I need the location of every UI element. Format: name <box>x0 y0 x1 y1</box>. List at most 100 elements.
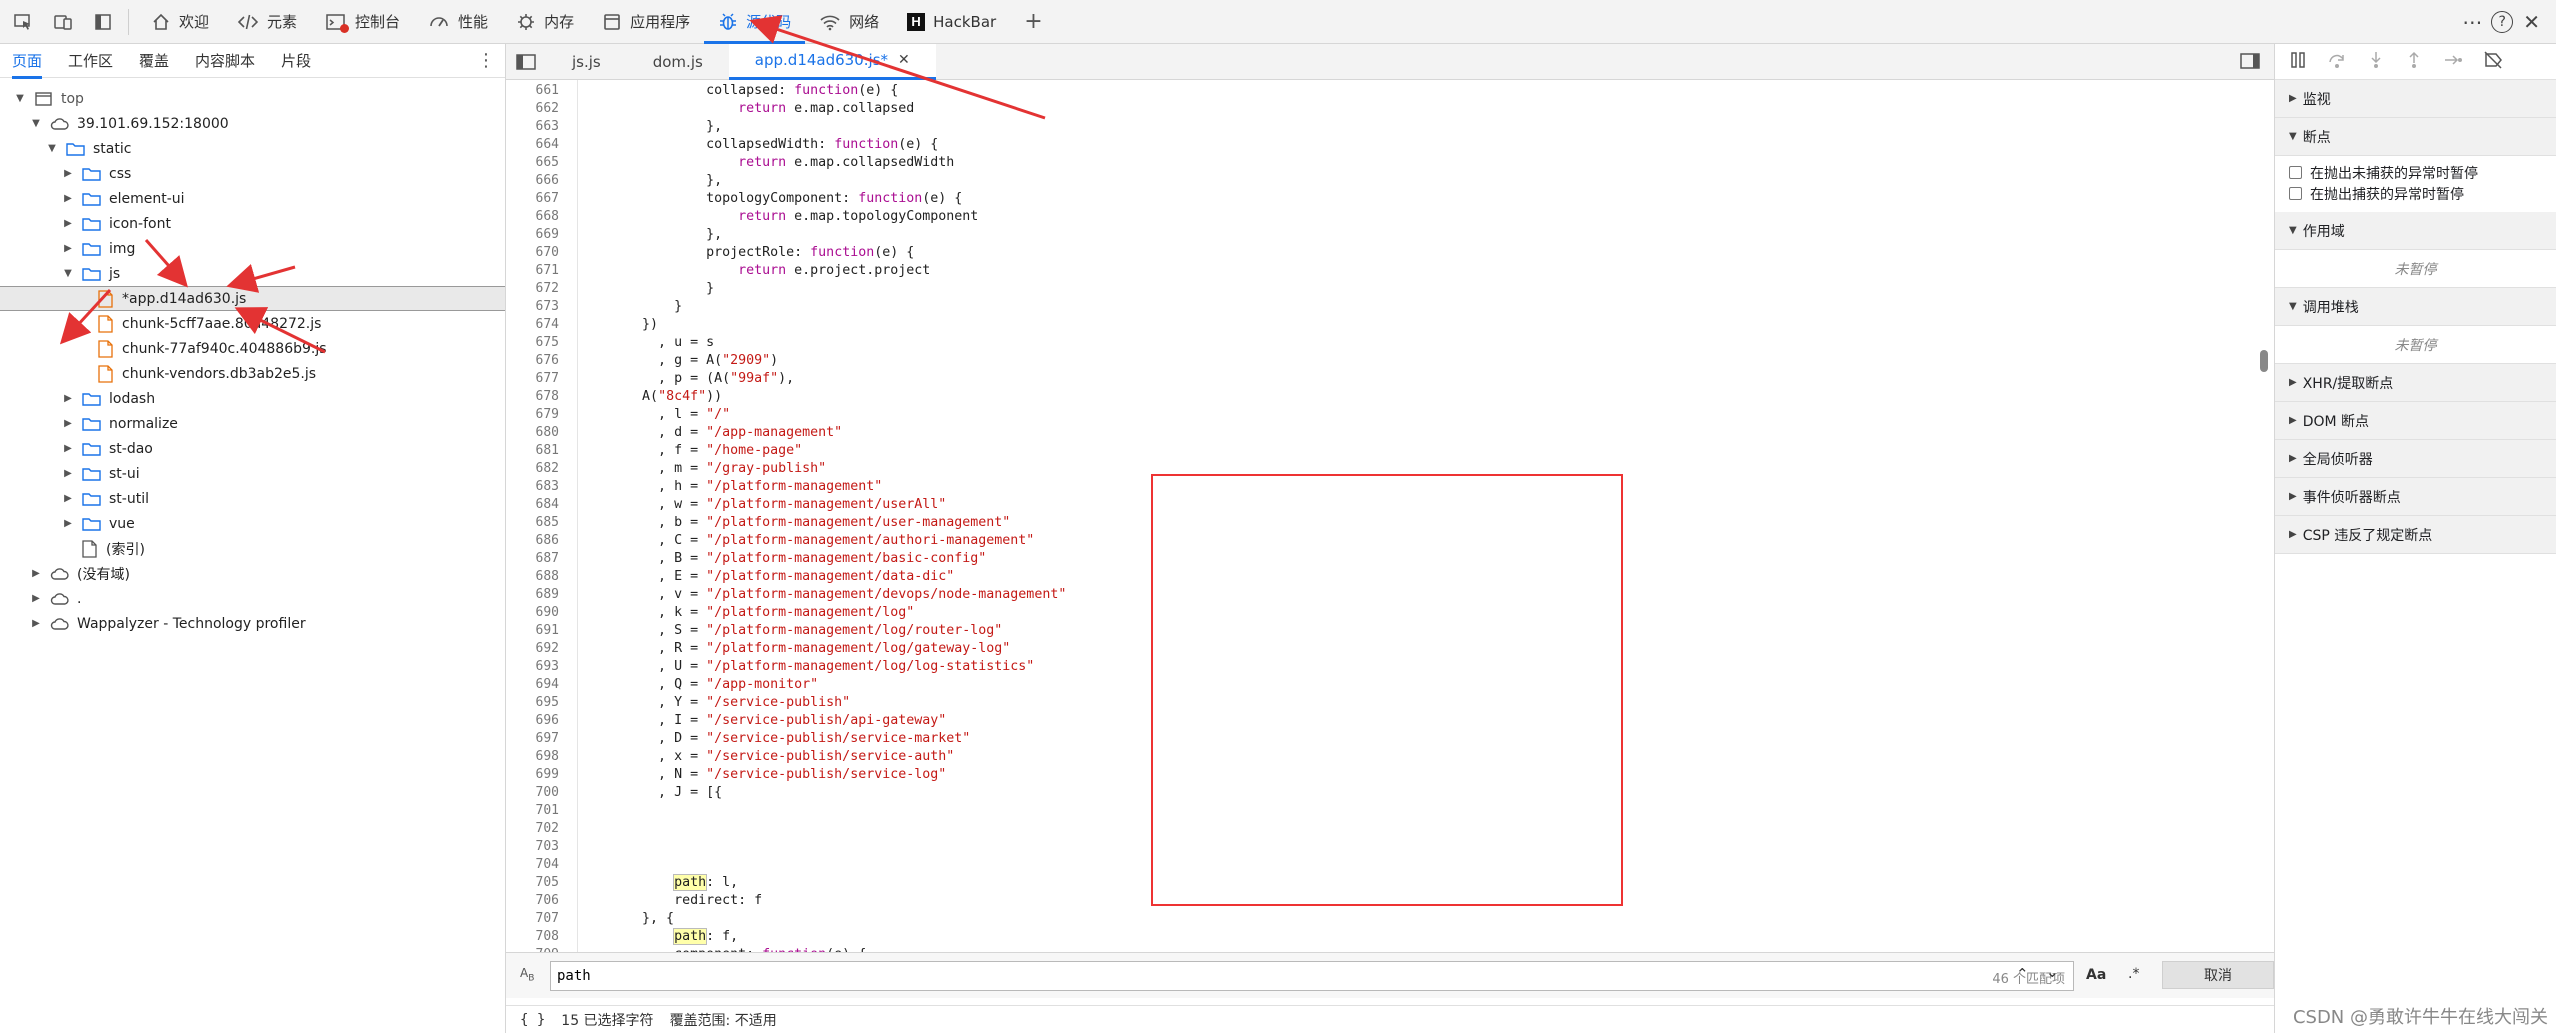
line-number[interactable]: 690 <box>536 605 559 620</box>
collapsed-triangle-icon[interactable]: ▶ <box>28 618 44 629</box>
tree-item[interactable]: ▶ st-dao <box>0 436 505 461</box>
nav-tab-snippets[interactable]: 片段 <box>281 50 311 71</box>
debugger-section-header[interactable]: ▶ CSP 违反了规定断点 <box>2275 516 2556 554</box>
line-number[interactable]: 687 <box>536 551 559 566</box>
step-out-icon[interactable] <box>2405 51 2423 73</box>
line-number[interactable]: 707 <box>536 911 559 926</box>
step-into-icon[interactable] <box>2367 51 2385 73</box>
line-number[interactable]: 662 <box>536 101 559 116</box>
close-devtools-icon[interactable]: ✕ <box>2523 10 2540 34</box>
editor-tab-jsjs[interactable]: js.js <box>546 44 627 80</box>
line-number[interactable]: 664 <box>536 137 559 152</box>
tab-hackbar[interactable]: H HackBar <box>893 0 1010 44</box>
regex-button[interactable]: .* <box>2128 966 2139 982</box>
line-number[interactable]: 675 <box>536 335 559 350</box>
line-number[interactable]: 673 <box>536 299 559 314</box>
line-number[interactable]: 701 <box>536 803 559 818</box>
line-number[interactable]: 703 <box>536 839 559 854</box>
tree-item[interactable]: ▶ (没有域) <box>0 561 505 586</box>
code-editor[interactable]: 661 662 663 664 665 666 667 668 669 670 671 672 673 6… <box>506 80 2274 952</box>
expanded-triangle-icon[interactable]: ▼ <box>44 143 60 154</box>
line-number[interactable]: 663 <box>536 119 559 134</box>
line-number[interactable]: 665 <box>536 155 559 170</box>
line-number[interactable]: 695 <box>536 695 559 710</box>
collapsed-triangle-icon[interactable]: ▶ <box>28 568 44 579</box>
tree-item[interactable]: ▶ vue <box>0 511 505 536</box>
line-number[interactable]: 691 <box>536 623 559 638</box>
line-number[interactable]: 684 <box>536 497 559 512</box>
line-number[interactable]: 688 <box>536 569 559 584</box>
collapsed-triangle-icon[interactable]: ▶ <box>60 518 76 529</box>
line-number[interactable]: 669 <box>536 227 559 242</box>
tab-network[interactable]: 网络 <box>805 0 893 44</box>
editor-tab-app-js[interactable]: app.d14ad630.js* ✕ <box>728 43 936 80</box>
line-number[interactable]: 671 <box>536 263 559 278</box>
line-number[interactable]: 681 <box>536 443 559 458</box>
nav-tab-page[interactable]: 页面 <box>12 50 43 79</box>
line-number[interactable]: 694 <box>536 677 559 692</box>
line-number[interactable]: 667 <box>536 191 559 206</box>
tree-item[interactable]: *app.d14ad630.js <box>0 286 505 311</box>
collapsed-triangle-icon[interactable]: ▶ <box>60 218 76 229</box>
line-number[interactable]: 686 <box>536 533 559 548</box>
line-number[interactable]: 668 <box>536 209 559 224</box>
more-options-icon[interactable]: ⋯ <box>2462 10 2482 34</box>
line-number[interactable]: 661 <box>536 83 559 98</box>
line-number[interactable]: 702 <box>536 821 559 836</box>
tab-elements[interactable]: 元素 <box>223 0 311 44</box>
collapsed-triangle-icon[interactable]: ▶ <box>60 443 76 454</box>
line-number[interactable]: 705 <box>536 875 559 890</box>
device-emulation-icon[interactable] <box>46 5 80 39</box>
line-number[interactable]: 697 <box>536 731 559 746</box>
tree-item[interactable]: ▼ 39.101.69.152:18000 <box>0 111 505 136</box>
search-input[interactable] <box>551 963 1931 989</box>
collapsed-triangle-icon[interactable]: ▶ <box>60 468 76 479</box>
navigator-more-icon[interactable]: ⋮ <box>477 50 495 71</box>
tree-item[interactable]: chunk-5cff7aae.80a48272.js <box>0 311 505 336</box>
toggle-navigator-icon[interactable] <box>506 53 546 70</box>
vertical-scrollbar[interactable] <box>2260 350 2268 372</box>
line-number-gutter[interactable]: 661 662 663 664 665 666 667 668 669 670 671 672 673 6… <box>506 80 578 952</box>
line-number[interactable]: 704 <box>536 857 559 872</box>
cancel-search-button[interactable]: 取消 <box>2162 961 2274 989</box>
expanded-triangle-icon[interactable]: ▼ <box>28 118 44 129</box>
line-number[interactable]: 689 <box>536 587 559 602</box>
collapsed-triangle-icon[interactable]: ▶ <box>60 243 76 254</box>
collapsed-triangle-icon[interactable]: ▶ <box>60 193 76 204</box>
line-number[interactable]: 692 <box>536 641 559 656</box>
expanded-triangle-icon[interactable]: ▼ <box>12 93 28 104</box>
inspect-element-icon[interactable] <box>6 5 40 39</box>
tab-performance[interactable]: 性能 <box>414 0 502 44</box>
line-number[interactable]: 682 <box>536 461 559 476</box>
tree-item[interactable]: (索引) <box>0 536 505 561</box>
debugger-section-header[interactable]: ▶ 事件侦听器断点 <box>2275 478 2556 516</box>
nav-tab-workspace[interactable]: 工作区 <box>68 50 113 71</box>
line-number[interactable]: 706 <box>536 893 559 908</box>
pause-icon[interactable] <box>2289 51 2307 73</box>
debugger-section-header[interactable]: ▶ XHR/提取断点 <box>2275 364 2556 402</box>
line-number[interactable]: 674 <box>536 317 559 332</box>
add-tab-button[interactable]: + <box>1010 0 1056 44</box>
tree-item[interactable]: ▶ st-util <box>0 486 505 511</box>
debugger-section-header[interactable]: ▶ 监视 <box>2275 80 2556 118</box>
line-number[interactable]: 708 <box>536 929 559 944</box>
line-number[interactable]: 678 <box>536 389 559 404</box>
editor-tab-domjs[interactable]: dom.js <box>627 44 729 80</box>
line-number[interactable]: 685 <box>536 515 559 530</box>
collapsed-triangle-icon[interactable]: ▶ <box>60 418 76 429</box>
tree-item[interactable]: chunk-vendors.db3ab2e5.js <box>0 361 505 386</box>
tree-item[interactable]: ▶ css <box>0 161 505 186</box>
line-number[interactable]: 700 <box>536 785 559 800</box>
checkbox[interactable] <box>2289 187 2302 200</box>
collapsed-triangle-icon[interactable]: ▶ <box>60 168 76 179</box>
dock-side-icon[interactable] <box>86 5 120 39</box>
collapsed-triangle-icon[interactable]: ▶ <box>60 393 76 404</box>
line-number[interactable]: 676 <box>536 353 559 368</box>
tab-console[interactable]: 控制台 <box>311 0 414 44</box>
tree-item[interactable]: ▶ Wappalyzer - Technology profiler <box>0 611 505 636</box>
line-number[interactable]: 693 <box>536 659 559 674</box>
collapsed-triangle-icon[interactable]: ▶ <box>28 593 44 604</box>
tree-item[interactable]: ▶ st-ui <box>0 461 505 486</box>
line-number[interactable]: 672 <box>536 281 559 296</box>
pause-on-exception-option[interactable]: 在抛出未捕获的异常时暂停 <box>2275 162 2556 183</box>
